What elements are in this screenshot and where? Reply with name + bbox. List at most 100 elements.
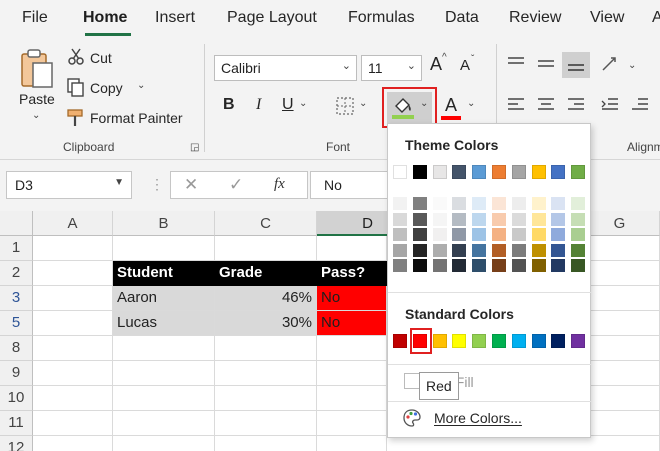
standard-color-swatch[interactable]	[511, 334, 526, 348]
header-cell-student[interactable]: Student	[113, 261, 215, 286]
enter-icon[interactable]: ✓	[229, 175, 243, 195]
theme-shade-swatch[interactable]	[412, 197, 427, 210]
cell[interactable]	[580, 261, 660, 286]
theme-shade-swatch[interactable]	[531, 243, 546, 257]
theme-shade-swatch[interactable]	[393, 228, 407, 242]
theme-shade-swatch[interactable]	[472, 197, 487, 210]
cell[interactable]	[33, 386, 113, 411]
cancel-icon[interactable]: ✕	[184, 175, 198, 195]
increase-indent-icon[interactable]	[630, 96, 650, 119]
theme-color-swatch[interactable]	[551, 165, 566, 179]
cell-grade[interactable]: 46%	[215, 286, 317, 311]
cell[interactable]	[580, 386, 660, 411]
align-bottom-button[interactable]	[562, 52, 590, 78]
theme-shade-swatch[interactable]	[432, 212, 447, 226]
clipboard-launcher-icon[interactable]: ◲	[190, 142, 199, 153]
tab-view[interactable]: View	[590, 9, 624, 27]
theme-shade-swatch[interactable]	[492, 228, 506, 242]
borders-icon[interactable]	[335, 96, 355, 121]
insert-function-button[interactable]: fx	[274, 176, 285, 193]
standard-color-swatch[interactable]	[393, 334, 407, 348]
theme-color-swatch[interactable]	[452, 165, 467, 179]
theme-shade-swatch[interactable]	[551, 197, 566, 210]
font-color-dropdown-icon[interactable]: ⌄	[467, 98, 475, 109]
tab-home[interactable]: Home	[83, 9, 127, 27]
cell[interactable]	[317, 411, 387, 436]
theme-shade-swatch[interactable]	[452, 212, 467, 226]
theme-shade-swatch[interactable]	[472, 243, 487, 257]
row-header-12[interactable]: 12	[0, 436, 33, 451]
column-header-a[interactable]: A	[33, 211, 113, 236]
bold-button[interactable]: B	[223, 96, 235, 114]
standard-color-swatch[interactable]	[531, 334, 546, 348]
paste-button[interactable]: Paste	[19, 91, 55, 107]
theme-shade-swatch[interactable]	[531, 259, 546, 273]
drag-handle-icon[interactable]: ⋮	[150, 176, 164, 193]
theme-color-swatch[interactable]	[492, 165, 506, 179]
theme-shade-swatch[interactable]	[511, 243, 526, 257]
row-header-1[interactable]: 1	[0, 236, 33, 261]
theme-shade-swatch[interactable]	[551, 212, 566, 226]
standard-color-swatch[interactable]	[452, 334, 467, 348]
theme-shade-swatch[interactable]	[492, 259, 506, 273]
standard-color-swatch[interactable]	[492, 334, 506, 348]
theme-shade-swatch[interactable]	[452, 243, 467, 257]
more-colors-option[interactable]: More Colors...	[434, 410, 522, 426]
column-header-b[interactable]: B	[113, 211, 215, 236]
standard-color-swatch[interactable]	[571, 334, 586, 348]
theme-shade-swatch[interactable]	[412, 259, 427, 273]
cell[interactable]	[113, 236, 215, 261]
copy-dropdown-icon[interactable]: ⌄	[137, 80, 145, 91]
align-right-icon[interactable]	[566, 96, 586, 119]
theme-shade-swatch[interactable]	[492, 212, 506, 226]
theme-shade-swatch[interactable]	[393, 243, 407, 257]
cell[interactable]	[580, 411, 660, 436]
cell[interactable]	[113, 436, 215, 451]
align-middle-icon[interactable]	[536, 55, 556, 78]
header-cell-pass[interactable]: Pass?	[317, 261, 387, 286]
cell[interactable]	[215, 336, 317, 361]
header-cell-grade[interactable]: Grade	[215, 261, 317, 286]
theme-shade-swatch[interactable]	[452, 259, 467, 273]
cell[interactable]	[215, 236, 317, 261]
font-color-button[interactable]: A	[445, 95, 457, 116]
cell[interactable]	[215, 411, 317, 436]
fill-color-button[interactable]: ⌄	[387, 92, 432, 123]
shrink-font-button[interactable]: A	[460, 57, 470, 74]
cell[interactable]	[113, 411, 215, 436]
align-left-icon[interactable]	[506, 96, 526, 119]
theme-shade-swatch[interactable]	[492, 243, 506, 257]
orientation-dropdown-icon[interactable]: ⌄	[628, 60, 636, 71]
row-header-3[interactable]: 3	[0, 286, 33, 311]
theme-shade-swatch[interactable]	[452, 228, 467, 242]
cell[interactable]	[580, 436, 660, 451]
cell[interactable]	[33, 411, 113, 436]
theme-color-swatch[interactable]	[393, 165, 407, 179]
cell[interactable]	[33, 336, 113, 361]
copy-button[interactable]: Copy	[90, 80, 123, 96]
cell[interactable]	[317, 236, 387, 261]
theme-shade-swatch[interactable]	[571, 228, 586, 242]
cell[interactable]	[113, 386, 215, 411]
tab-review[interactable]: Review	[509, 9, 561, 27]
column-header-c[interactable]: C	[215, 211, 317, 236]
cell[interactable]	[33, 361, 113, 386]
align-center-icon[interactable]	[536, 96, 556, 119]
tab-data[interactable]: Data	[445, 9, 479, 27]
theme-shade-swatch[interactable]	[412, 212, 427, 226]
tab-insert[interactable]: Insert	[155, 9, 195, 27]
cell[interactable]	[33, 286, 113, 311]
theme-shade-swatch[interactable]	[393, 259, 407, 273]
row-header-2[interactable]: 2	[0, 261, 33, 286]
cell-student[interactable]: Aaron	[113, 286, 215, 311]
theme-shade-swatch[interactable]	[531, 212, 546, 226]
paste-icon[interactable]	[19, 48, 55, 95]
theme-shade-swatch[interactable]	[551, 259, 566, 273]
row-header-9[interactable]: 9	[0, 361, 33, 386]
theme-shade-swatch[interactable]	[571, 197, 586, 210]
cell[interactable]	[33, 311, 113, 336]
theme-shade-swatch[interactable]	[571, 212, 586, 226]
theme-shade-swatch[interactable]	[551, 243, 566, 257]
italic-button[interactable]: I	[256, 96, 261, 114]
theme-shade-swatch[interactable]	[472, 228, 487, 242]
